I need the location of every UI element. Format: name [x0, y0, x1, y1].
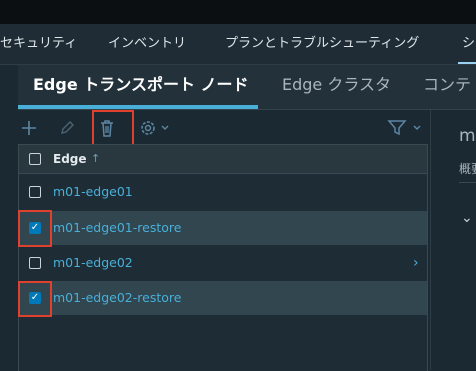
left-strip — [0, 65, 18, 370]
main-nav: セキュリティ インベントリ プランとトラブルシューティング シ — [0, 24, 476, 65]
tab-container[interactable]: コンテ — [423, 65, 471, 105]
detail-tab-overview[interactable]: 概要 — [459, 160, 476, 177]
edge-name-link[interactable]: m01-edge01-restore — [53, 211, 181, 245]
sort-ascending-icon[interactable]: ↑ — [91, 145, 100, 173]
edge-name-link[interactable]: m01-edge02-restore — [53, 281, 181, 315]
column-header-edge[interactable]: Edge — [53, 145, 87, 173]
chevron-down-icon[interactable]: ⌄ — [461, 210, 473, 226]
tab-edge-clusters[interactable]: Edge クラスタ — [282, 65, 391, 105]
edge-name-link[interactable]: m01-edge02 — [53, 246, 133, 280]
select-all-checkbox[interactable] — [29, 153, 41, 165]
table-row[interactable]: m01-edge02 › — [19, 246, 427, 280]
datagrid-header: Edge ↑ — [19, 145, 427, 174]
add-icon[interactable] — [18, 117, 40, 139]
detail-panel: m0 概要 ⌄ — [430, 110, 476, 370]
tab-edge-transport-nodes[interactable]: Edge トランスポート ノード — [33, 65, 249, 105]
divider — [459, 182, 476, 183]
grid-toolbar — [18, 110, 428, 146]
title-bar — [0, 0, 476, 24]
edge-datagrid: Edge ↑ m01-edge01 ✓ m01-edge01-restore m… — [18, 144, 428, 371]
edge-name-link[interactable]: m01-edge01 — [53, 175, 133, 209]
nav-active-indicator — [458, 62, 476, 64]
settings-icon[interactable] — [138, 117, 174, 139]
checkbox-highlight-box-1 — [18, 210, 52, 247]
row-checkbox[interactable] — [29, 257, 41, 269]
table-row[interactable]: m01-edge01 — [19, 175, 427, 209]
nav-item-plan-troubleshoot[interactable]: プランとトラブルシューティング — [225, 24, 419, 64]
nav-item-security[interactable]: セキュリティ — [0, 24, 77, 64]
chevron-right-icon[interactable]: › — [413, 246, 419, 280]
table-row[interactable]: ✓ m01-edge02-restore — [19, 281, 427, 315]
sub-tabs: Edge トランスポート ノード Edge クラスタ コンテ — [18, 65, 476, 110]
checkbox-highlight-box-2 — [18, 281, 52, 317]
edit-icon[interactable] — [56, 117, 78, 139]
detail-title: m0 — [459, 126, 476, 146]
nav-item-inventory[interactable]: インベントリ — [108, 24, 186, 64]
table-row[interactable]: ✓ m01-edge01-restore — [19, 211, 427, 245]
nav-item-system[interactable]: シ — [462, 24, 475, 64]
filter-icon[interactable] — [386, 117, 426, 139]
row-checkbox[interactable] — [29, 186, 41, 198]
active-tab-underline — [18, 105, 258, 109]
